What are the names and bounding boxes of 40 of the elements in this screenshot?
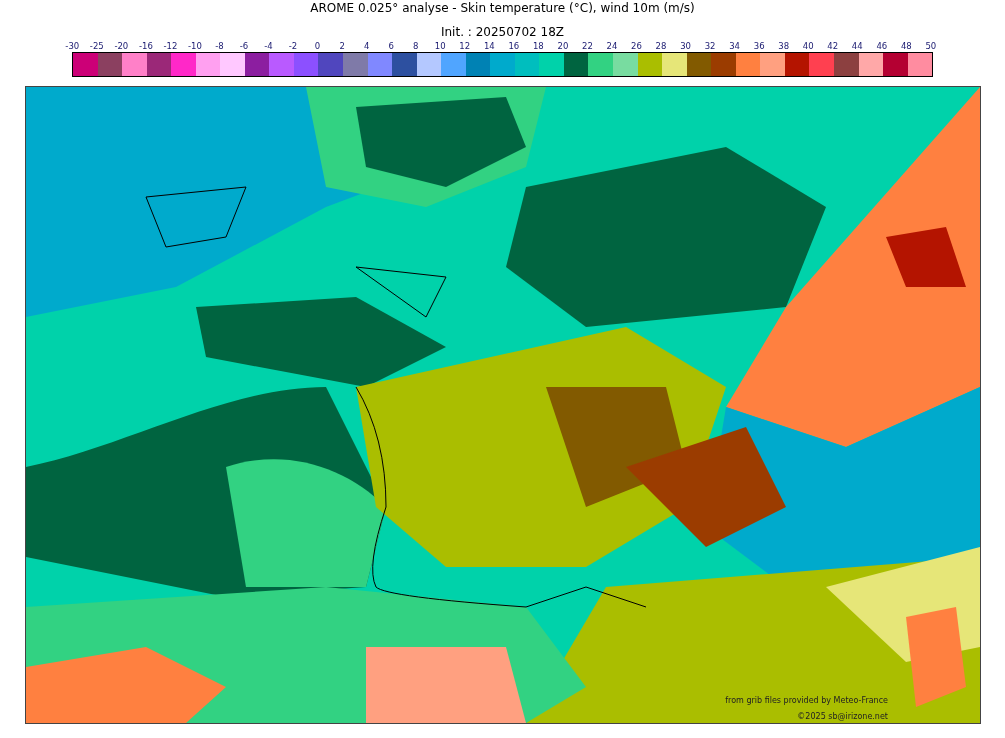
colorbar-tick-label: 0 [313,40,322,52]
credit-text: from grib files provided by Meteo-France [725,696,888,705]
colorbar-tick-label: -16 [137,40,154,52]
colorbar-tick-label: 2 [338,40,346,52]
colorbar-tick-label: 40 [801,40,815,52]
colorbar-tick-label: -4 [263,40,274,52]
colorbar-tick-label: 30 [679,40,692,52]
colorbar-tick-label: 42 [826,40,840,52]
colorbar-tick-label: 36 [752,40,766,52]
colorbar-tick-label: 26 [630,40,643,52]
colorbar-tick-label: 22 [581,40,594,52]
credit-text: ©2025 sb@irizone.net [797,712,888,721]
colorbar-tick-label: -20 [113,40,130,52]
colorbar-tick-label: -10 [186,40,203,52]
colorbar-tick-label: 10 [433,40,447,52]
colorbar-tick-label: 6 [387,40,395,52]
colorbar-tick-label: 12 [458,40,472,52]
colorbar-tick-label: 14 [482,40,496,52]
colorbar-tick-label: 38 [777,40,791,52]
colorbar-tick-label: -30 [64,40,81,52]
colorbar-tick-label: -6 [238,40,250,52]
chart-subtitle: Init. : 20250702 18Z [439,24,566,40]
colorbar-tick-label: 46 [875,40,889,52]
colorbar-tick-label: -25 [88,40,105,52]
colorbar-tick-label: -8 [214,40,225,52]
colorbar-tick-label: -12 [162,40,179,52]
colorbar-tick-label: 32 [703,40,717,52]
colorbar-tick-label: 28 [654,40,668,52]
colorbar-tick-label: 48 [899,40,913,52]
colorbar-tick-label: 24 [605,40,619,52]
chart-title: AROME 0.025° analyse - Skin temperature (°C), wind 10m (m/s) [309,0,696,16]
colorbar-tick-label: 34 [728,40,741,52]
colorbar-tick-label: 18 [531,40,545,52]
colorbar-tick-label: 8 [412,40,420,52]
colorbar-tick-label: 44 [850,40,864,52]
colorbar-tick-label: 50 [924,40,938,52]
colorbar-tick-label: 20 [556,40,570,52]
colorbar-tick-label: -2 [287,40,299,52]
colorbar-tick-label: 16 [507,40,521,52]
colorbar-tick-label: 4 [362,40,371,52]
